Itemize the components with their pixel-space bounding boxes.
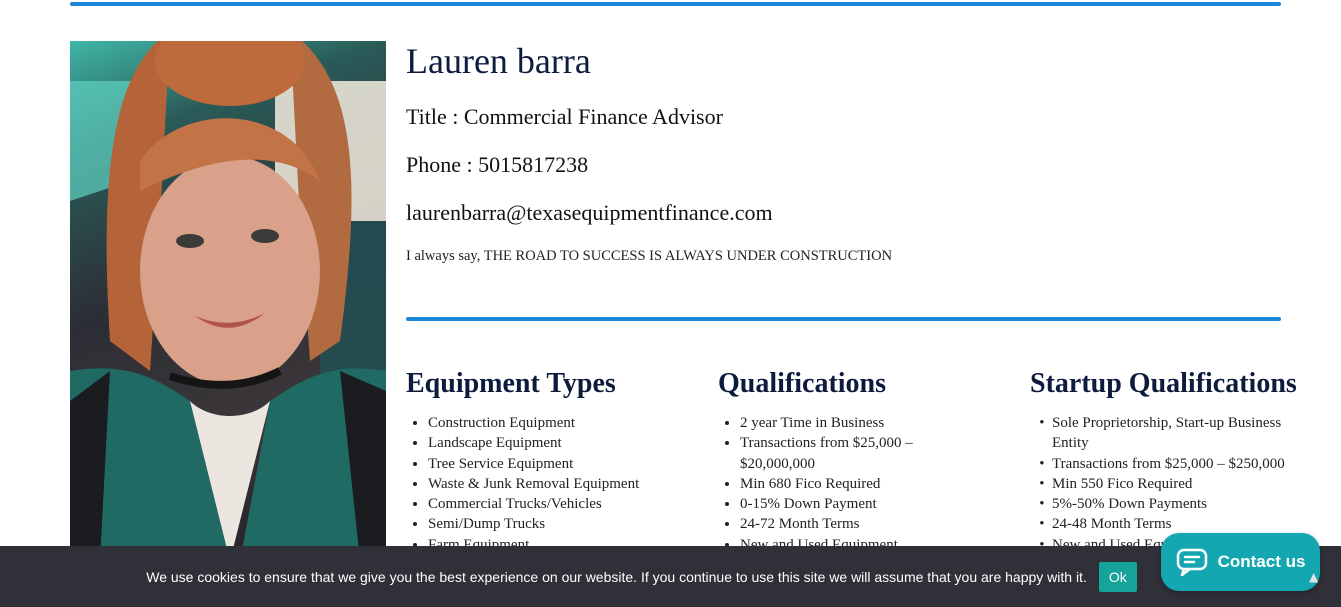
- list-item: Min 680 Fico Required: [740, 474, 958, 494]
- advisor-email: laurenbarra@texasequipmentfinance.com: [406, 200, 773, 225]
- equipment-types-section: Equipment Types Construction Equipment L…: [406, 365, 696, 555]
- qualifications-list: 2 year Time in Business Transactions fro…: [718, 413, 958, 555]
- list-item: Transactions from $25,000 – $250,000: [1052, 454, 1310, 474]
- advisor-phone: Phone : 5015817238: [406, 152, 589, 177]
- advisor-quote: I always say, THE ROAD TO SUCCESS IS ALW…: [406, 248, 893, 264]
- contact-us-button[interactable]: Contact us: [1161, 533, 1320, 591]
- list-item: Sole Proprietorship, Start-up Business E…: [1052, 413, 1310, 454]
- list-item: Semi/Dump Trucks: [428, 514, 696, 534]
- list-item: 24-48 Month Terms: [1052, 514, 1310, 534]
- section-divider: [406, 317, 1281, 321]
- chat-bubble-icon: [1176, 548, 1207, 576]
- list-item: Waste & Junk Removal Equipment: [428, 474, 696, 494]
- list-item: Transactions from $25,000 – $20,000,000: [740, 433, 958, 474]
- list-item: 0-15% Down Payment: [740, 494, 958, 514]
- advisor-title: Title : Commercial Finance Advisor: [406, 104, 723, 129]
- list-item: 2 year Time in Business: [740, 413, 958, 433]
- list-item: Construction Equipment: [428, 413, 696, 433]
- cookie-ok-button[interactable]: Ok: [1098, 561, 1137, 592]
- startup-qualifications-heading: Startup Qualifications: [1030, 368, 1297, 399]
- list-item: Commercial Trucks/Vehicles: [428, 494, 696, 514]
- list-item: Landscape Equipment: [428, 433, 696, 453]
- portrait-illustration: [70, 41, 386, 561]
- qualifications-section: Qualifications 2 year Time in Business T…: [718, 365, 958, 555]
- equipment-types-list: Construction Equipment Landscape Equipme…: [406, 413, 696, 555]
- profile-photo: [70, 41, 386, 561]
- list-item: Tree Service Equipment: [428, 454, 696, 474]
- cookie-message: We use cookies to ensure that we give yo…: [146, 568, 1087, 585]
- startup-qualifications-section: Startup Qualifications Sole Proprietorsh…: [1030, 365, 1310, 555]
- list-item: Min 550 Fico Required: [1052, 474, 1310, 494]
- cookie-banner: We use cookies to ensure that we give yo…: [0, 546, 1341, 607]
- advisor-name: Lauren barra: [406, 41, 591, 81]
- list-item: 5%-50% Down Payments: [1052, 494, 1310, 514]
- equipment-types-heading: Equipment Types: [406, 368, 616, 399]
- scroll-to-top-icon[interactable]: ▲: [1309, 570, 1318, 584]
- qualifications-heading: Qualifications: [718, 368, 887, 399]
- list-item: 24-72 Month Terms: [740, 514, 958, 534]
- contact-us-label: Contact us: [1217, 552, 1306, 571]
- top-divider: [70, 2, 1281, 6]
